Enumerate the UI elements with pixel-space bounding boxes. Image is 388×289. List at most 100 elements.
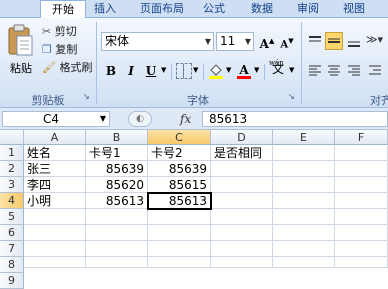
cell-c6[interactable] bbox=[148, 225, 211, 241]
office-button[interactable] bbox=[0, 0, 40, 18]
cell-f4[interactable] bbox=[335, 193, 388, 209]
align-center-button[interactable] bbox=[325, 62, 343, 80]
align-right-button[interactable] bbox=[345, 62, 363, 80]
cell-f2[interactable] bbox=[335, 161, 388, 177]
column-header-a[interactable]: A bbox=[24, 130, 86, 145]
cell-a2[interactable]: 张三 bbox=[24, 161, 86, 177]
cell-a7[interactable] bbox=[24, 241, 86, 257]
row-header-4[interactable]: 4 bbox=[0, 193, 24, 209]
cell-b3[interactable]: 85620 bbox=[86, 177, 148, 193]
cell-d8[interactable] bbox=[211, 257, 273, 268]
cell-d2[interactable] bbox=[211, 161, 273, 177]
cell-e6[interactable] bbox=[273, 225, 335, 241]
decrease-indent-button[interactable] bbox=[366, 62, 386, 80]
borders-button[interactable] bbox=[176, 63, 192, 79]
clipboard-dialog-launcher-icon[interactable]: ↘ bbox=[83, 92, 92, 102]
orientation-button[interactable]: ≫▾ bbox=[366, 32, 388, 50]
tab-formulas[interactable]: 公式 bbox=[196, 0, 232, 18]
column-header-e[interactable]: E bbox=[273, 130, 335, 145]
column-header-f[interactable]: F bbox=[335, 130, 388, 145]
cell-b1[interactable]: 卡号1 bbox=[86, 145, 148, 161]
grow-font-button[interactable]: A▲ bbox=[258, 32, 276, 51]
italic-button[interactable]: I bbox=[122, 62, 140, 80]
cell-d7[interactable] bbox=[211, 241, 273, 257]
align-bottom-button[interactable] bbox=[345, 32, 363, 50]
shrink-font-button[interactable]: A▼ bbox=[278, 32, 296, 50]
row-header-6[interactable]: 6 bbox=[0, 225, 24, 241]
cell-d1[interactable]: 是否相同 bbox=[211, 145, 273, 161]
tab-insert[interactable]: 插入 bbox=[84, 0, 126, 18]
cell-c4-selected[interactable]: 85613 bbox=[147, 192, 212, 210]
insert-function-button[interactable]: fx bbox=[180, 111, 200, 127]
cell-e1[interactable] bbox=[273, 145, 335, 161]
align-middle-button[interactable] bbox=[325, 32, 343, 50]
cell-f6[interactable] bbox=[335, 225, 388, 241]
chevron-down-icon[interactable]: ▼ bbox=[226, 66, 234, 74]
cell-b6[interactable] bbox=[86, 225, 148, 241]
cell-d4[interactable] bbox=[211, 193, 273, 209]
copy-button[interactable]: ❐ 复制 bbox=[42, 42, 77, 58]
tab-page-layout[interactable]: 页面布局 bbox=[130, 0, 194, 18]
cell-b2[interactable]: 85639 bbox=[86, 161, 148, 177]
column-header-d[interactable]: D bbox=[211, 130, 273, 145]
row-header-1[interactable]: 1 bbox=[0, 145, 24, 161]
cell-d3[interactable] bbox=[211, 177, 273, 193]
formula-input[interactable]: 85613 bbox=[202, 111, 388, 127]
phonetic-guide-button[interactable]: wén 文 bbox=[267, 59, 289, 78]
cell-c1[interactable]: 卡号2 bbox=[148, 145, 211, 161]
cell-f3[interactable] bbox=[335, 177, 388, 193]
cell-e8[interactable] bbox=[273, 257, 335, 268]
cell-c7[interactable] bbox=[148, 241, 211, 257]
cell-a4[interactable]: 小明 bbox=[24, 193, 86, 209]
cell-e2[interactable] bbox=[273, 161, 335, 177]
font-size-select[interactable]: 11 ▼ bbox=[216, 32, 254, 51]
cell-f1[interactable] bbox=[335, 145, 388, 161]
row-header-5[interactable]: 5 bbox=[0, 209, 24, 225]
column-header-b[interactable]: B bbox=[86, 130, 148, 145]
cell-e3[interactable] bbox=[273, 177, 335, 193]
cell-a8[interactable] bbox=[24, 257, 86, 268]
cell-f5[interactable] bbox=[335, 209, 388, 225]
formula-cancel-enter-icon[interactable]: ◐ bbox=[128, 111, 152, 127]
cell-a1[interactable]: 姓名 bbox=[24, 145, 86, 161]
row-header-3[interactable]: 3 bbox=[0, 177, 24, 193]
cell-a3[interactable]: 李四 bbox=[24, 177, 86, 193]
cell-c8[interactable] bbox=[148, 257, 211, 268]
row-header-8[interactable]: 8 bbox=[0, 257, 24, 273]
cell-d5[interactable] bbox=[211, 209, 273, 225]
chevron-down-icon[interactable]: ▼ bbox=[254, 66, 262, 74]
name-box[interactable]: C4 ▼ bbox=[2, 111, 110, 127]
cut-button[interactable]: ✂ 剪切 bbox=[42, 24, 77, 40]
cell-b5[interactable] bbox=[86, 209, 148, 225]
cell-f7[interactable] bbox=[335, 241, 388, 257]
tab-review[interactable]: 审阅 bbox=[290, 0, 326, 18]
tab-data[interactable]: 数据 bbox=[244, 0, 280, 18]
cell-c3[interactable]: 85615 bbox=[148, 177, 211, 193]
row-header-2[interactable]: 2 bbox=[0, 161, 24, 177]
bold-button[interactable]: B bbox=[102, 62, 120, 80]
row-header-9[interactable]: 9 bbox=[0, 273, 24, 289]
cell-a6[interactable] bbox=[24, 225, 86, 241]
column-header-c[interactable]: C bbox=[148, 130, 211, 145]
cell-b4[interactable]: 85613 bbox=[86, 193, 148, 209]
paste-button[interactable]: 粘贴 bbox=[4, 22, 36, 82]
font-color-button[interactable]: A bbox=[236, 61, 252, 79]
tab-home[interactable]: 开始 bbox=[40, 0, 86, 20]
align-left-button[interactable] bbox=[306, 62, 324, 80]
font-dialog-launcher-icon[interactable]: ↘ bbox=[288, 92, 297, 102]
cell-e7[interactable] bbox=[273, 241, 335, 257]
cell-b7[interactable] bbox=[86, 241, 148, 257]
cell-c5[interactable] bbox=[148, 209, 211, 225]
cell-c2[interactable]: 85639 bbox=[148, 161, 211, 177]
chevron-down-icon[interactable]: ▼ bbox=[289, 66, 297, 74]
cell-b8[interactable] bbox=[86, 257, 148, 268]
font-name-select[interactable]: 宋体 ▼ bbox=[101, 32, 214, 51]
cell-a5[interactable] bbox=[24, 209, 86, 225]
format-painter-button[interactable]: 🖌 格式刷 bbox=[42, 60, 92, 76]
cell-d6[interactable] bbox=[211, 225, 273, 241]
row-header-7[interactable]: 7 bbox=[0, 241, 24, 257]
chevron-down-icon[interactable]: ▼ bbox=[193, 66, 201, 74]
underline-button[interactable]: U bbox=[142, 62, 160, 80]
cell-e4[interactable] bbox=[273, 193, 335, 209]
select-all-corner[interactable] bbox=[0, 130, 24, 145]
